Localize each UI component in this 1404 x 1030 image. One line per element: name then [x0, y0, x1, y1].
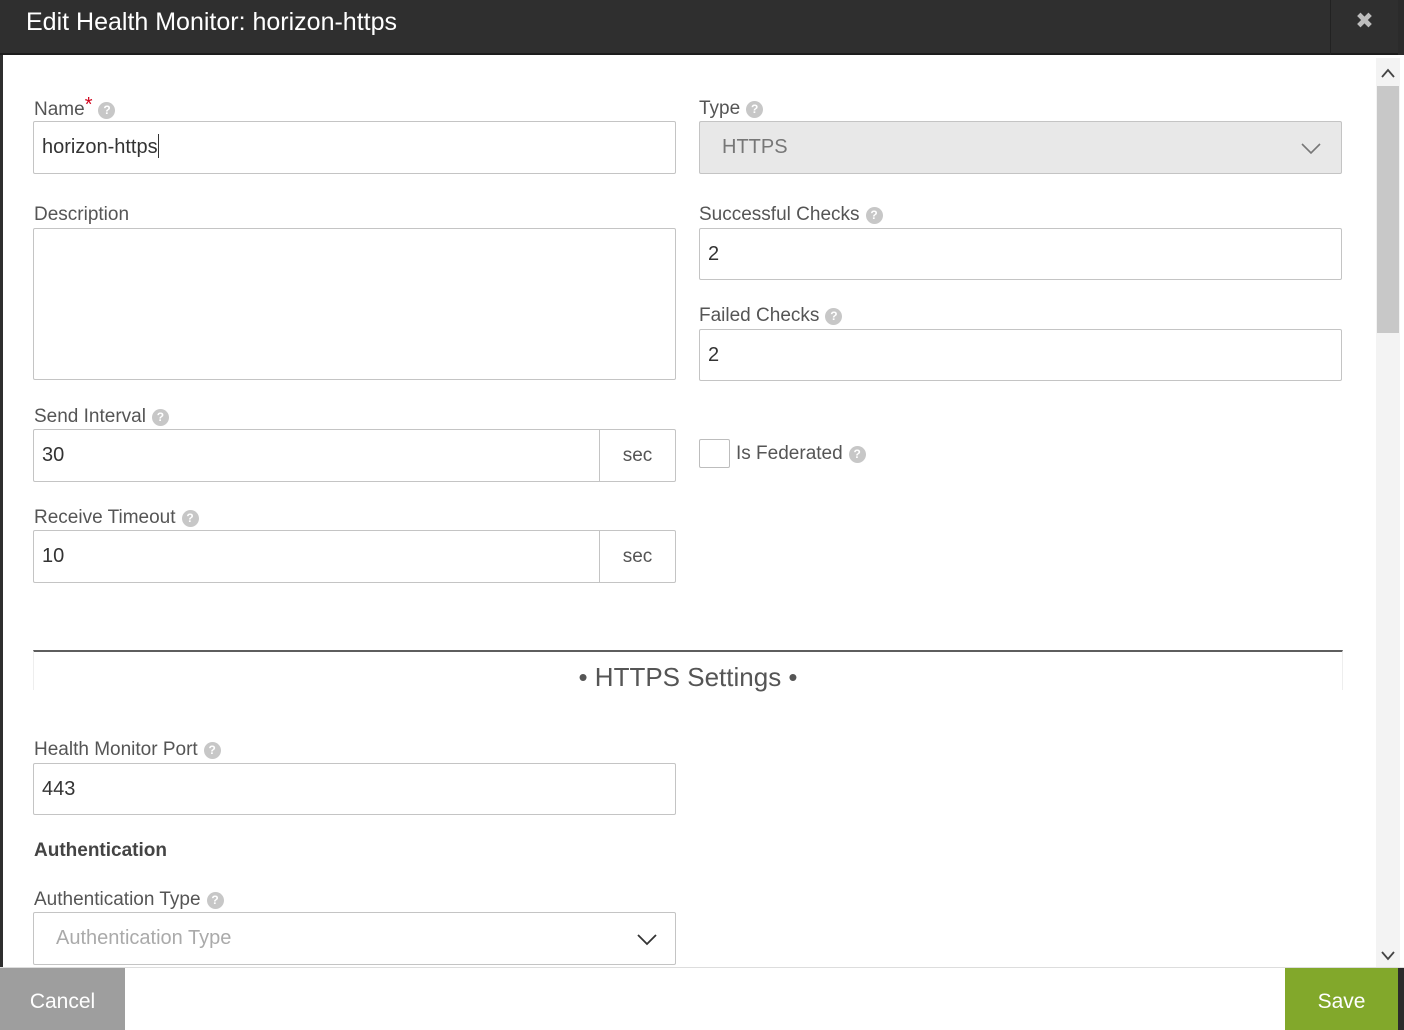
- save-button[interactable]: Save: [1285, 968, 1398, 1030]
- scroll-up-icon[interactable]: [1380, 66, 1396, 80]
- name-input[interactable]: horizon-https: [33, 121, 676, 174]
- send-interval-unit: sec: [599, 430, 675, 481]
- health-monitor-port-label-text: Health Monitor Port: [34, 739, 198, 760]
- close-icon[interactable]: ✖: [1331, 0, 1398, 53]
- help-icon[interactable]: ?: [848, 446, 866, 463]
- help-icon[interactable]: ?: [206, 892, 224, 909]
- dialog-title: Edit Health Monitor: horizon-https: [26, 8, 398, 36]
- failed-checks-label-text: Failed Checks: [699, 305, 820, 326]
- is-federated-label-text: Is Federated: [736, 443, 843, 464]
- successful-checks-label: Successful Checks?: [699, 204, 883, 226]
- send-interval-label-text: Send Interval: [34, 406, 146, 427]
- successful-checks-label-text: Successful Checks: [699, 204, 860, 225]
- help-icon[interactable]: ?: [151, 409, 169, 426]
- failed-checks-label: Failed Checks?: [699, 305, 843, 327]
- authentication-type-label: Authentication Type?: [34, 889, 224, 911]
- help-icon[interactable]: ?: [98, 102, 116, 119]
- description-label: Description: [34, 204, 130, 225]
- scrollbar[interactable]: [1376, 58, 1400, 967]
- receive-timeout-label: Receive Timeout?: [34, 507, 199, 529]
- footer-edge: [1398, 968, 1404, 1030]
- type-select[interactable]: HTTPS: [699, 121, 1342, 174]
- dialog-header: Edit Health Monitor: horizon-https ✖: [0, 0, 1404, 55]
- successful-checks-input[interactable]: 2: [699, 228, 1342, 280]
- required-marker: *: [84, 94, 93, 116]
- dialog-footer: Cancel Save: [0, 967, 1404, 1030]
- receive-timeout-value: 10: [42, 545, 65, 567]
- receive-timeout-label-text: Receive Timeout: [34, 507, 176, 528]
- name-label: Name*?: [34, 94, 116, 121]
- section-title: • HTTPS Settings •: [578, 662, 798, 692]
- receive-timeout-unit: sec: [599, 531, 675, 582]
- description-textarea[interactable]: [33, 228, 676, 380]
- health-monitor-port-label: Health Monitor Port?: [34, 739, 221, 761]
- scroll-down-icon[interactable]: [1380, 949, 1396, 963]
- dialog-body: Name*? horizon-https Type? HTTPS Descrip…: [0, 55, 1404, 967]
- type-select-value: HTTPS: [722, 136, 788, 158]
- is-federated-label: Is Federated?: [736, 443, 866, 465]
- authentication-type-placeholder: Authentication Type: [56, 927, 232, 949]
- name-label-text: Name: [34, 99, 85, 120]
- help-icon[interactable]: ?: [746, 101, 764, 118]
- text-caret: [157, 134, 159, 158]
- send-interval-label: Send Interval?: [34, 406, 169, 428]
- help-icon[interactable]: ?: [203, 742, 221, 759]
- authentication-heading: Authentication: [34, 840, 167, 861]
- send-interval-value: 30: [42, 444, 65, 466]
- failed-checks-input[interactable]: 2: [699, 329, 1342, 381]
- health-monitor-port-input[interactable]: 443: [33, 763, 676, 815]
- is-federated-checkbox[interactable]: [699, 439, 730, 468]
- receive-timeout-input[interactable]: 10 sec: [33, 530, 676, 583]
- help-icon[interactable]: ?: [825, 308, 843, 325]
- scrollbar-thumb[interactable]: [1377, 86, 1399, 333]
- help-icon[interactable]: ?: [865, 207, 883, 224]
- type-label: Type?: [699, 98, 764, 120]
- name-input-value: horizon-https: [42, 136, 158, 158]
- cancel-button[interactable]: Cancel: [0, 968, 125, 1030]
- help-icon[interactable]: ?: [181, 510, 199, 527]
- send-interval-input[interactable]: 30 sec: [33, 429, 676, 482]
- chevron-down-icon: [637, 934, 657, 946]
- type-label-text: Type: [699, 98, 741, 119]
- authentication-type-select[interactable]: Authentication Type: [33, 912, 676, 965]
- authentication-type-label-text: Authentication Type: [34, 889, 201, 910]
- header-edge: [1398, 0, 1404, 55]
- chevron-down-icon: [1301, 143, 1321, 155]
